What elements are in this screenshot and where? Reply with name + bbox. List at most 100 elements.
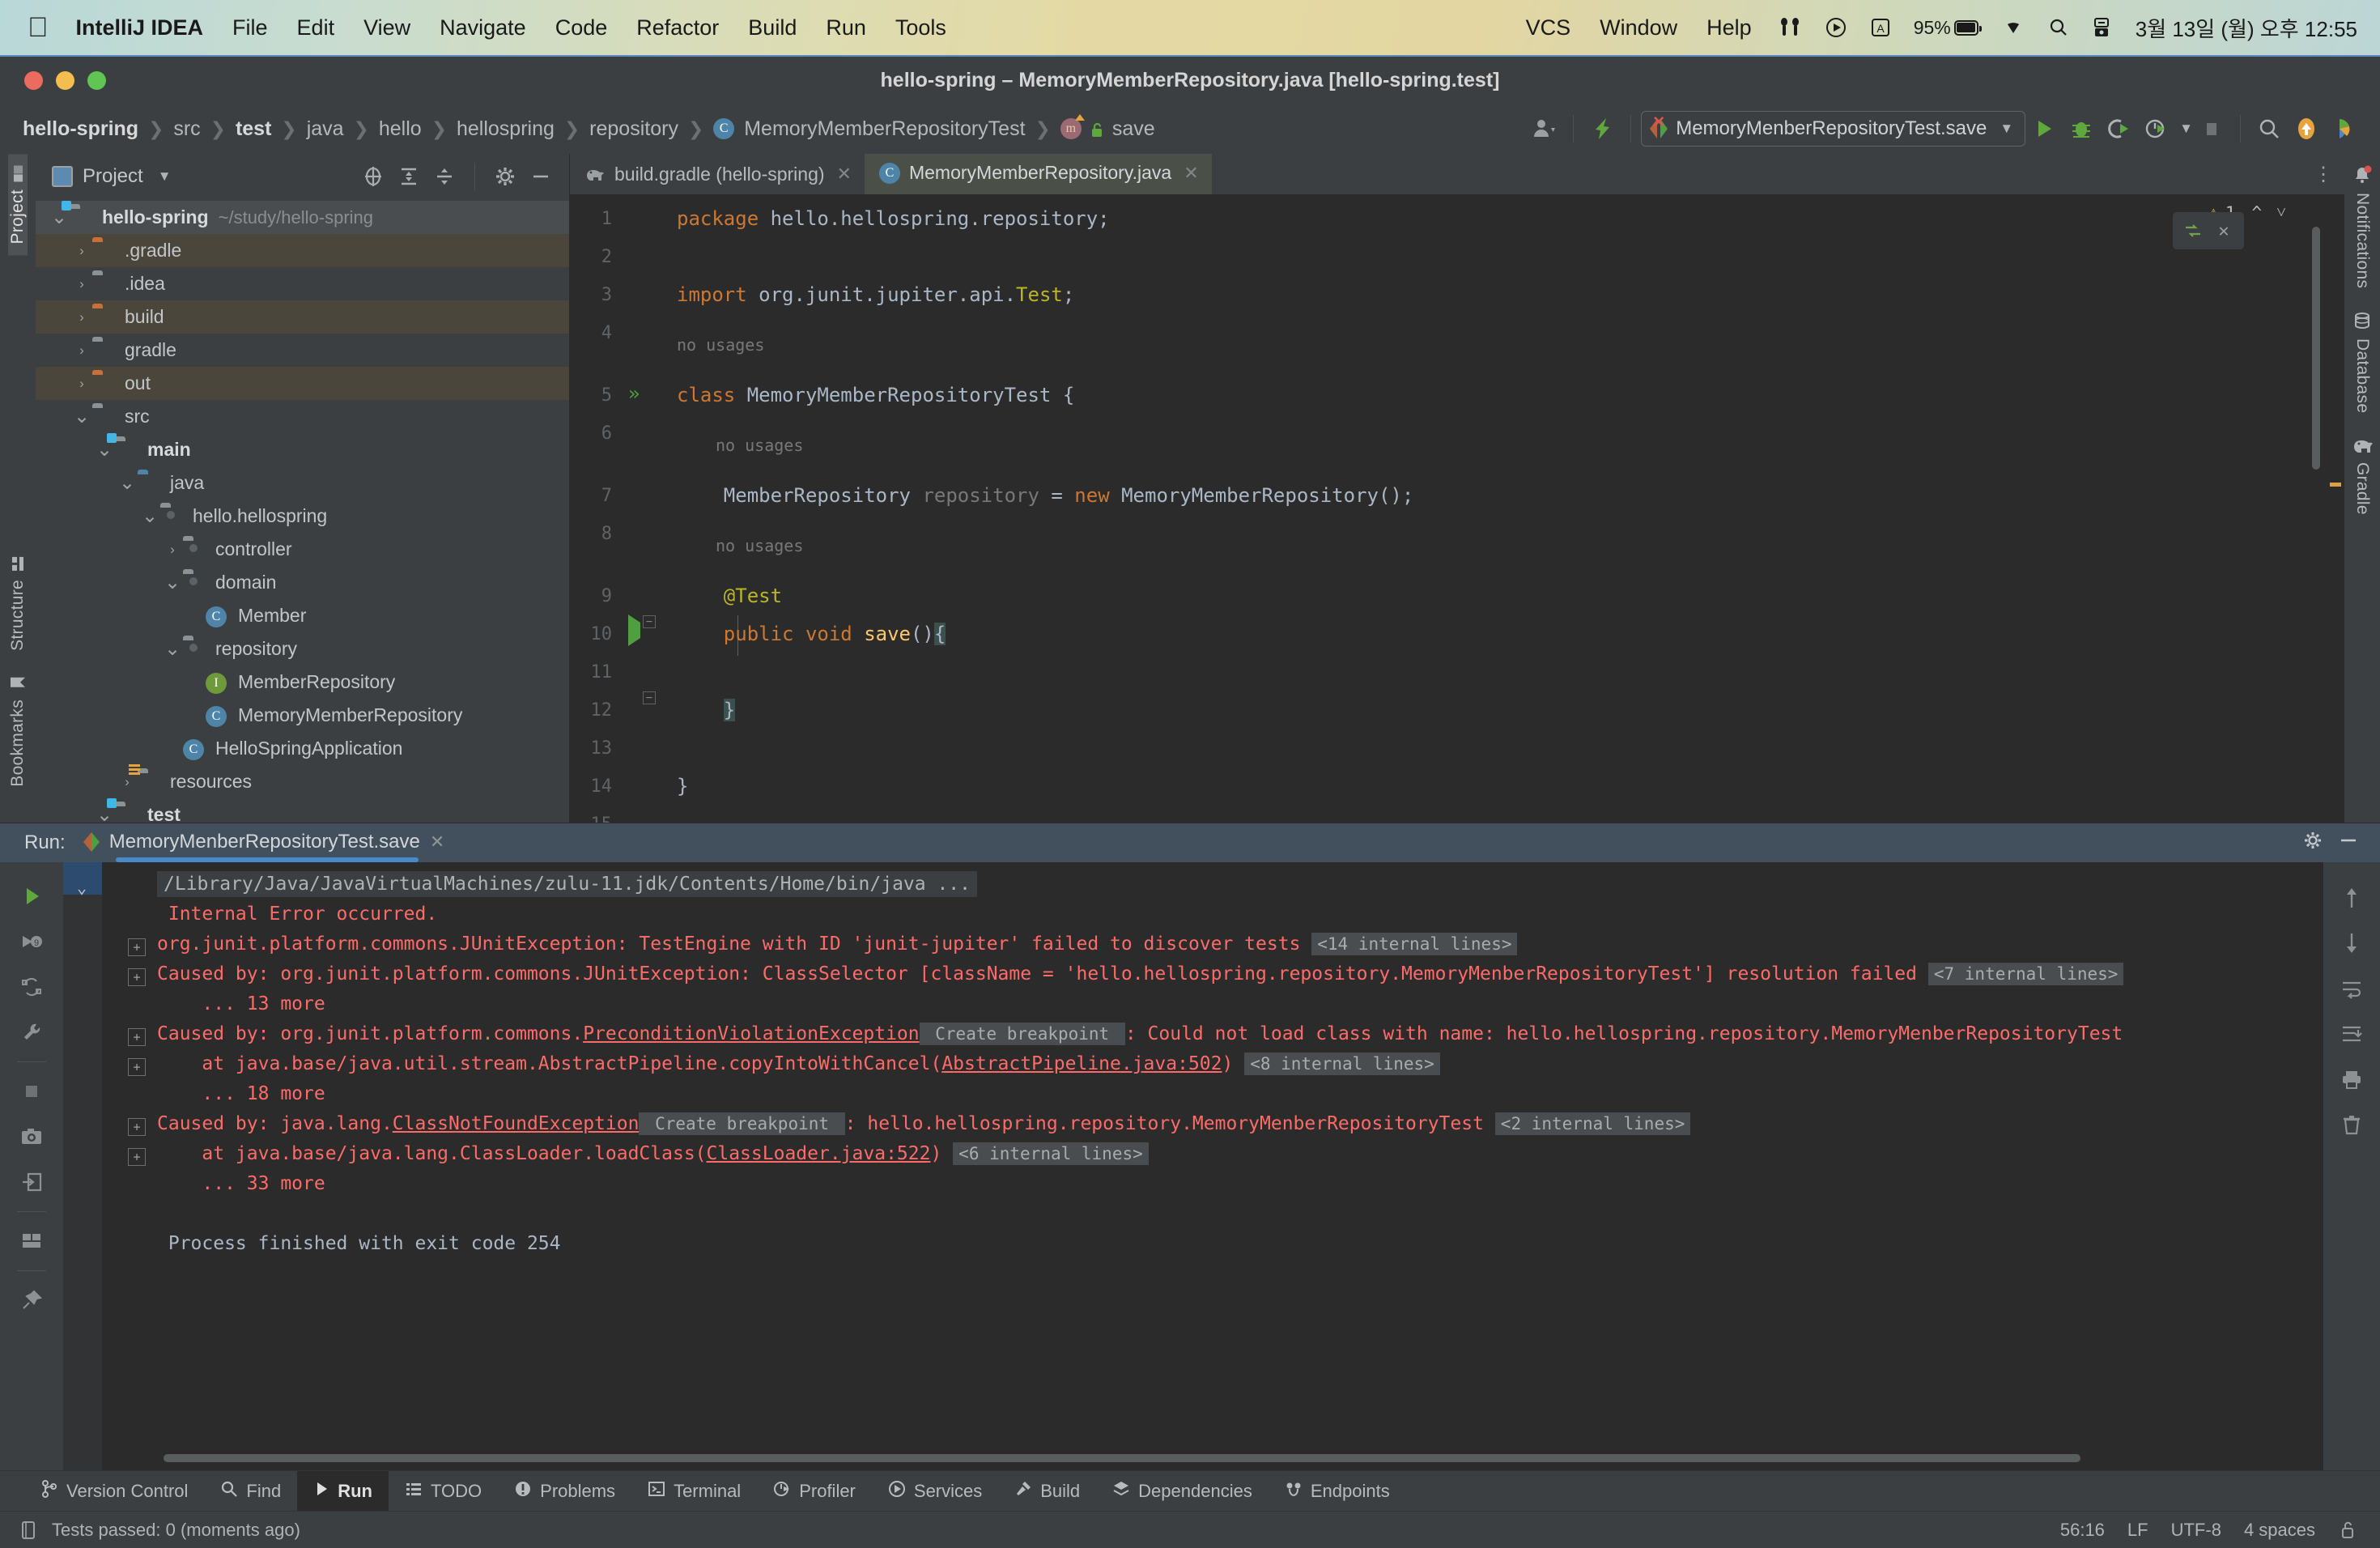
rerun-icon[interactable] bbox=[9, 874, 54, 919]
tool-button-find[interactable]: Find bbox=[204, 1471, 297, 1511]
fold-toggle-icon[interactable]: − bbox=[643, 615, 656, 628]
breadcrumb-item-test[interactable]: test bbox=[236, 117, 271, 141]
tree-node[interactable]: I MemberRepository bbox=[36, 666, 569, 699]
menu-edit[interactable]: Edit bbox=[283, 0, 350, 55]
menu-build[interactable]: Build bbox=[733, 0, 811, 55]
code-content[interactable]: ⚠ 1 ^ ˅ ✕ package hello.hellospring.repo… bbox=[659, 194, 2322, 823]
search-everywhere-icon[interactable] bbox=[2250, 110, 2288, 147]
chevron-down-icon[interactable]: ⌄ bbox=[71, 406, 92, 426]
console-line[interactable]: at java.base/java.lang.ClassLoader.loadC… bbox=[157, 1142, 1149, 1165]
hide-panel-icon[interactable] bbox=[2338, 830, 2359, 857]
tool-button-todo[interactable]: TODO bbox=[389, 1471, 498, 1511]
sidebar-item-bookmarks[interactable]: Bookmarks bbox=[8, 662, 28, 798]
breadcrumb-item-java[interactable]: java bbox=[307, 117, 344, 141]
menu-clock[interactable]: 3월 13일 (월) 오후 12:55 bbox=[2123, 13, 2357, 43]
sync-scroll-icon[interactable] bbox=[2179, 217, 2207, 245]
chevron-down-icon[interactable]: ⌄ bbox=[94, 440, 115, 459]
fold-toggle-icon[interactable]: − bbox=[643, 691, 656, 704]
scroll-up-icon[interactable] bbox=[2329, 875, 2374, 921]
chevron-right-icon[interactable]: › bbox=[71, 376, 92, 392]
tool-button-problems[interactable]: Problems bbox=[498, 1471, 631, 1511]
console-line[interactable]: Caused by: org.junit.platform.commons.JU… bbox=[157, 963, 2124, 985]
tab-memory-member-repository[interactable]: C MemoryMemberRepository.java ✕ bbox=[864, 154, 1212, 194]
tree-node[interactable]: C HelloSpringApplication bbox=[36, 732, 569, 765]
editor-gutter[interactable]: 12345»6789101112131415−− bbox=[570, 194, 659, 823]
wifi-icon[interactable] bbox=[1990, 17, 2037, 38]
menu-help[interactable]: Help bbox=[1692, 0, 1766, 55]
sidebar-item-structure[interactable]: Structure bbox=[8, 544, 28, 662]
tool-button-profiler[interactable]: Profiler bbox=[757, 1471, 872, 1511]
project-tree[interactable]: ⌄ hello-spring ~/study/hello-spring › .gradl… bbox=[36, 199, 569, 823]
breadcrumb-item-method[interactable]: save bbox=[1112, 117, 1155, 141]
chevron-down-icon[interactable]: ⌄ bbox=[94, 805, 115, 823]
tree-node[interactable]: › controller bbox=[36, 533, 569, 566]
soft-wrap-icon[interactable] bbox=[2329, 966, 2374, 1011]
airpods-icon[interactable] bbox=[1766, 16, 1813, 39]
rerun-automatically-icon[interactable] bbox=[9, 964, 54, 1010]
menu-navigate[interactable]: Navigate bbox=[425, 0, 541, 55]
chevron-down-icon[interactable]: ⌄ bbox=[117, 473, 138, 492]
tree-node[interactable]: › .gradle bbox=[36, 234, 569, 267]
chevron-down-icon[interactable]: ⌄ bbox=[49, 207, 70, 227]
code-line[interactable]: class MemoryMemberRepositoryTest { bbox=[677, 385, 1074, 405]
settings-gear-icon[interactable] bbox=[490, 161, 521, 192]
minimize-window-button[interactable] bbox=[56, 70, 74, 90]
tool-button-endpoints[interactable]: Endpoints bbox=[1269, 1471, 1406, 1511]
tree-node[interactable]: › build bbox=[36, 300, 569, 334]
tree-node[interactable]: ⌄ hello.hellospring bbox=[36, 500, 569, 533]
close-icon[interactable]: ✕ bbox=[430, 831, 444, 853]
unlocked-icon[interactable] bbox=[2338, 1520, 2359, 1541]
spotlight-search-icon[interactable] bbox=[2037, 17, 2080, 38]
breadcrumb-item-hello-spring[interactable]: hello-spring bbox=[23, 117, 138, 141]
ide-helper-icon[interactable] bbox=[2325, 110, 2362, 147]
console-horizontal-scrollbar[interactable] bbox=[164, 1454, 2080, 1462]
chevron-down-icon[interactable]: ⌄ bbox=[162, 572, 183, 592]
menu-file[interactable]: File bbox=[218, 0, 283, 55]
close-icon[interactable]: ✕ bbox=[1180, 163, 1198, 184]
code-line[interactable]: public void save(){ bbox=[677, 623, 946, 645]
tree-node[interactable]: C Member bbox=[36, 599, 569, 632]
chevron-right-icon[interactable]: › bbox=[71, 309, 92, 325]
tree-node[interactable]: C MemoryMemberRepository bbox=[36, 699, 569, 732]
caret-position[interactable]: 56:16 bbox=[2060, 1520, 2105, 1541]
tree-node[interactable]: › out bbox=[36, 367, 569, 400]
expand-all-icon[interactable] bbox=[393, 161, 424, 192]
apple-icon[interactable]:  bbox=[24, 0, 62, 55]
sidebar-item-gradle[interactable]: Gradle bbox=[2352, 425, 2373, 526]
code-editor[interactable]: 12345»6789101112131415−− ⚠ 1 ^ ˅ ✕ bbox=[570, 194, 2344, 823]
chevron-down-icon[interactable]: ▼ bbox=[2174, 121, 2193, 137]
tool-button-build[interactable]: Build bbox=[998, 1471, 1096, 1511]
console-line[interactable]: Internal Error occurred. bbox=[157, 905, 437, 924]
menu-view[interactable]: View bbox=[349, 0, 425, 55]
sidebar-item-notifications[interactable]: Notifications bbox=[2352, 154, 2372, 300]
expand-icon[interactable]: + bbox=[128, 1148, 146, 1166]
line-separator[interactable]: LF bbox=[2127, 1520, 2148, 1541]
sidebar-item-database[interactable]: Database bbox=[2352, 300, 2372, 424]
indent-setting[interactable]: 4 spaces bbox=[2244, 1520, 2315, 1541]
close-window-button[interactable] bbox=[24, 70, 43, 90]
settings-gear-icon[interactable] bbox=[2302, 830, 2323, 857]
run-tab[interactable]: MemoryMenberRepositoryTest.save ✕ bbox=[83, 831, 444, 862]
editor-marker-bar[interactable] bbox=[2312, 194, 2344, 823]
run-with-coverage-icon[interactable] bbox=[2100, 110, 2137, 147]
chevron-down-icon[interactable]: ▼ bbox=[153, 168, 172, 185]
tree-node[interactable]: ⌄ src bbox=[36, 400, 569, 433]
breadcrumb-item-hello[interactable]: hello bbox=[379, 117, 422, 141]
editor-floating-toolbar[interactable]: ✕ bbox=[2173, 212, 2244, 249]
clear-all-icon[interactable] bbox=[2329, 1102, 2374, 1147]
console-line[interactable]: ... 33 more bbox=[157, 1175, 325, 1193]
run-configuration-selector[interactable]: ✕ MemoryMenberRepositoryTest.save ▼ bbox=[1641, 111, 2026, 147]
update-project-icon[interactable] bbox=[2288, 110, 2325, 147]
run-method-icon[interactable] bbox=[628, 615, 640, 646]
chevron-right-icon[interactable]: › bbox=[71, 243, 92, 259]
battery-status[interactable]: 95% bbox=[1902, 0, 1990, 55]
code-line[interactable]: MemberRepository repository = new Memory… bbox=[677, 486, 1414, 505]
tree-node[interactable]: ⌄ repository bbox=[36, 632, 569, 666]
chevron-down-icon[interactable]: ˅ bbox=[2268, 202, 2286, 223]
control-center-play-icon[interactable] bbox=[1813, 16, 1859, 39]
print-icon[interactable] bbox=[2329, 1057, 2374, 1102]
debug-icon[interactable] bbox=[2063, 110, 2100, 147]
tree-node[interactable]: ⌄ hello-spring ~/study/hello-spring bbox=[36, 200, 569, 234]
maximize-window-button[interactable] bbox=[87, 70, 106, 90]
screenshot-icon[interactable] bbox=[9, 1114, 54, 1159]
